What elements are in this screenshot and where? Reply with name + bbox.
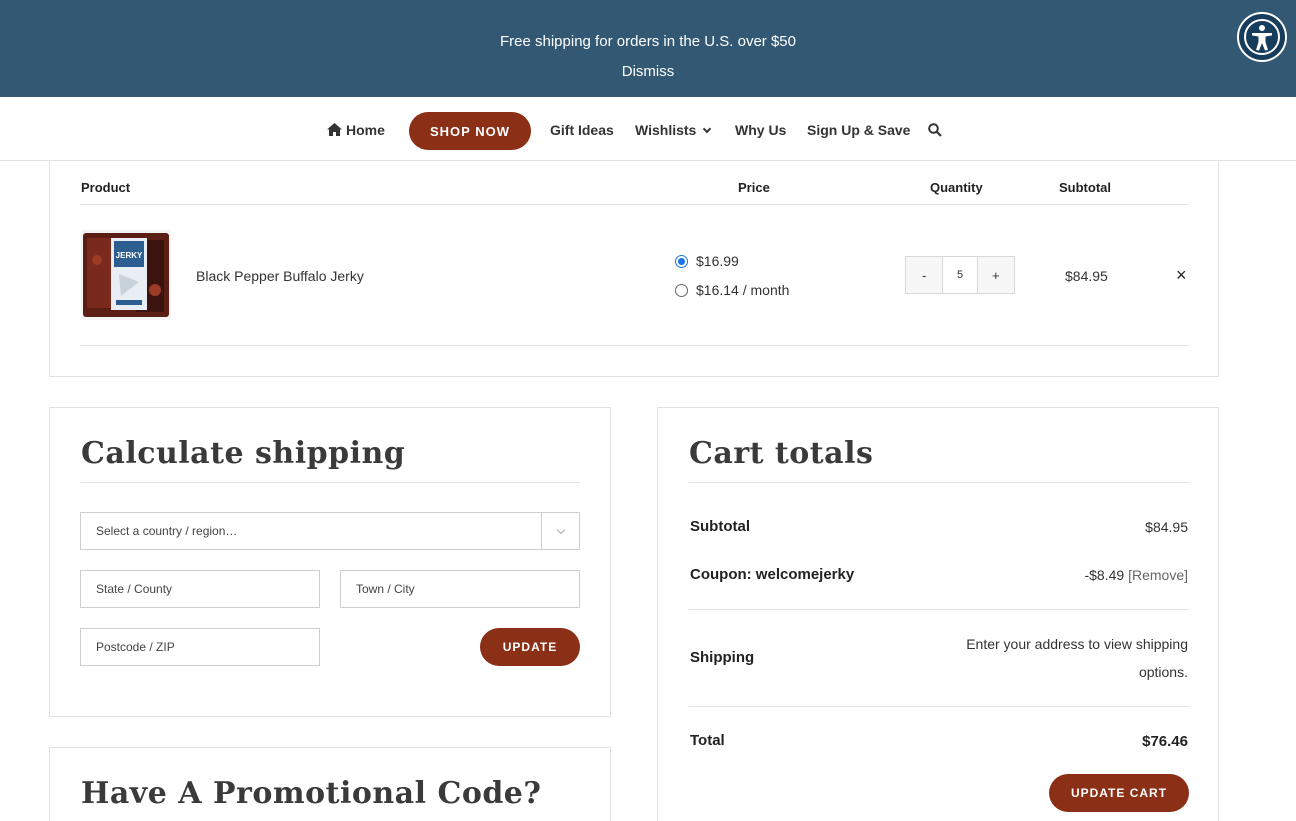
shipping-title: Calculate shipping — [81, 436, 406, 471]
dismiss-link[interactable]: Dismiss — [0, 63, 1296, 80]
line-subtotal: $84.95 — [1065, 268, 1108, 284]
subtotal-label: Subtotal — [690, 518, 750, 535]
price-one-time: $16.99 — [696, 253, 739, 269]
cart-totals: Cart totals Subtotal $84.95 Coupon: welc… — [657, 407, 1219, 821]
shipping-note: Enter your address to view shipping opti… — [966, 636, 1188, 680]
chevron-down-icon — [541, 513, 579, 549]
total-label: Total — [690, 732, 725, 749]
price-option-subscription[interactable]: $16.14 / month — [675, 282, 789, 298]
shipping-label: Shipping — [690, 649, 755, 666]
coupon-value: -$8.49 — [1084, 567, 1125, 583]
shop-now-button[interactable]: SHOP NOW — [409, 112, 531, 150]
nav-wishlists-label: Wishlists — [635, 122, 697, 138]
radio-one-time[interactable] — [675, 254, 688, 268]
country-select[interactable]: Select a country / region… — [80, 512, 580, 550]
home-icon — [327, 123, 342, 136]
total-value: $76.46 — [1142, 733, 1188, 750]
svg-text:JERKY: JERKY — [116, 251, 143, 260]
coupon-row-value: -$8.49 [Remove] — [1084, 567, 1188, 583]
divider — [689, 482, 1189, 483]
zip-field[interactable]: Postcode / ZIP — [80, 628, 320, 666]
city-field-placeholder: Town / City — [356, 582, 415, 596]
banner-message: Free shipping for orders in the U.S. ove… — [500, 33, 796, 50]
divider — [689, 609, 1189, 610]
promo-code-section: Have A Promotional Code? — [49, 747, 611, 821]
nav-home[interactable]: Home — [327, 122, 385, 138]
update-shipping-button[interactable]: UPDATE — [480, 628, 580, 666]
search-icon[interactable] — [928, 123, 942, 140]
nav-gift-ideas[interactable]: Gift Ideas — [550, 122, 614, 138]
accessibility-icon[interactable] — [1237, 12, 1287, 62]
state-field[interactable]: State / County — [80, 570, 320, 608]
header-subtotal: Subtotal — [1059, 180, 1111, 195]
subtotal-value: $84.95 — [1145, 519, 1188, 535]
remove-item-icon[interactable]: × — [1176, 265, 1187, 286]
quantity-increase-button[interactable]: + — [977, 257, 1014, 293]
remove-coupon-link[interactable]: [Remove] — [1128, 567, 1188, 583]
radio-subscription[interactable] — [675, 283, 688, 297]
divider — [689, 706, 1189, 707]
cart-table: Product Price Quantity Subtotal JERKY Bl… — [49, 161, 1219, 377]
zip-field-placeholder: Postcode / ZIP — [96, 640, 175, 654]
state-field-placeholder: State / County — [96, 582, 173, 596]
nav-why-us[interactable]: Why Us — [735, 122, 786, 138]
header-price: Price — [738, 180, 770, 195]
promo-banner: Free shipping for orders in the U.S. ove… — [0, 0, 1296, 97]
shipping-calculator: Calculate shipping Select a country / re… — [49, 407, 611, 717]
price-subscription: $16.14 / month — [696, 282, 790, 298]
product-name-link[interactable]: Black Pepper Buffalo Jerky — [196, 268, 364, 284]
divider — [80, 204, 1189, 205]
main-nav: Home SHOP NOW Gift Ideas Wishlists Why U… — [0, 97, 1296, 161]
nav-wishlists[interactable]: Wishlists — [635, 122, 712, 138]
city-field[interactable]: Town / City — [340, 570, 580, 608]
country-select-value: Select a country / region… — [96, 524, 238, 538]
divider — [80, 345, 1189, 346]
totals-title: Cart totals — [689, 436, 874, 471]
price-option-one-time[interactable]: $16.99 — [675, 253, 739, 269]
nav-sign-up[interactable]: Sign Up & Save — [807, 122, 910, 138]
chevron-down-icon — [703, 124, 712, 134]
quantity-stepper[interactable]: - 5 + — [905, 256, 1015, 294]
quantity-decrease-button[interactable]: - — [906, 257, 943, 293]
coupon-label: Coupon: welcomejerky — [690, 566, 855, 583]
nav-home-label: Home — [346, 122, 385, 138]
product-image[interactable]: JERKY — [81, 230, 171, 320]
promo-title: Have A Promotional Code? — [81, 776, 542, 811]
header-product: Product — [81, 180, 131, 195]
header-quantity: Quantity — [930, 180, 983, 195]
divider — [81, 482, 580, 483]
update-cart-button[interactable]: UPDATE CART — [1049, 774, 1189, 812]
quantity-input[interactable]: 5 — [942, 257, 978, 293]
